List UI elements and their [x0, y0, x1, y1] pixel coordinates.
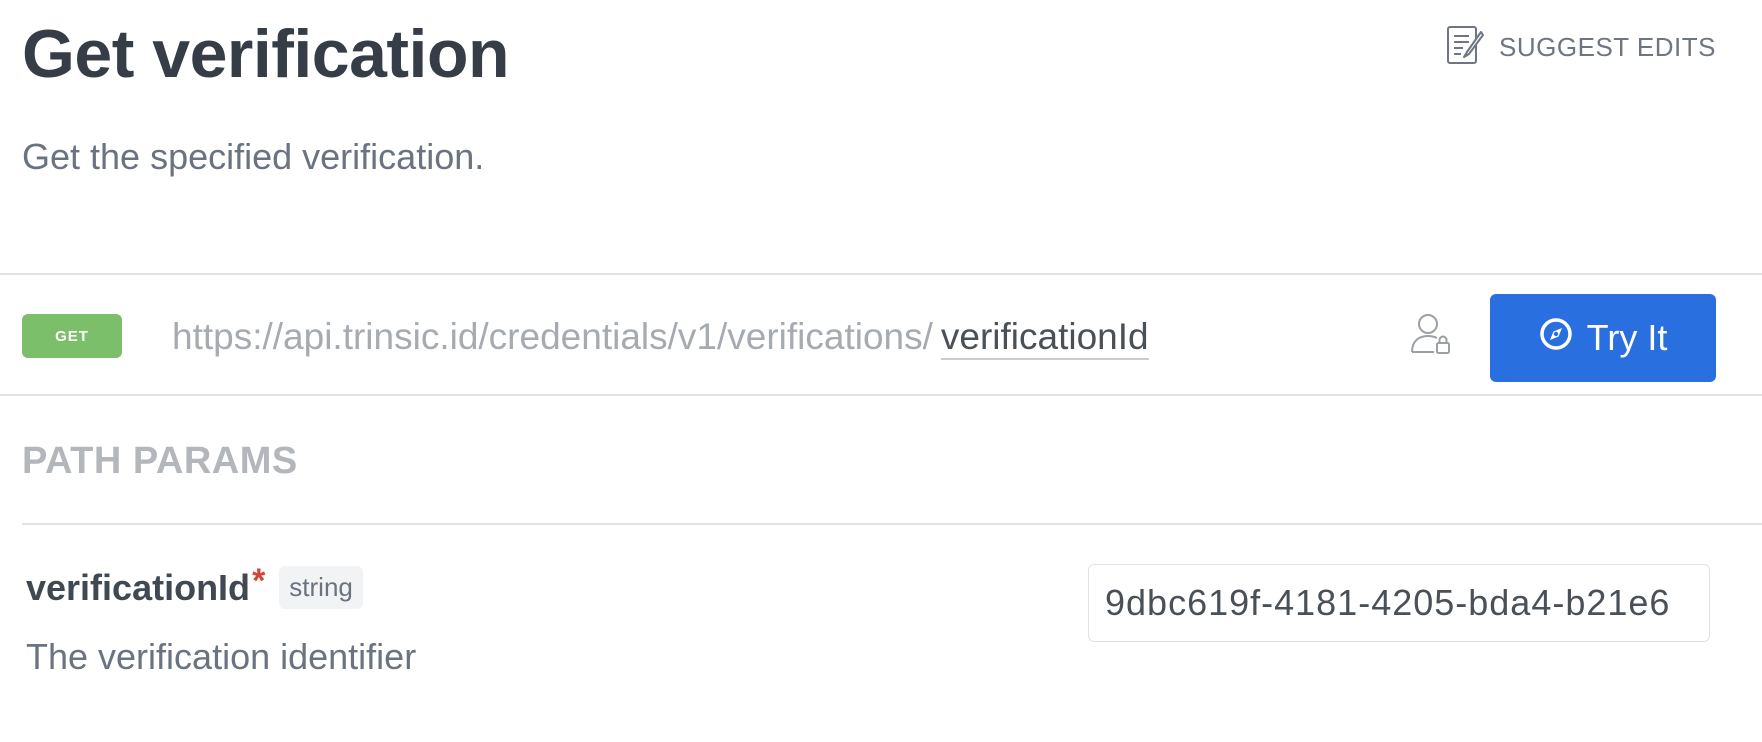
edit-document-icon: [1445, 24, 1485, 71]
path-params-heading: PATH PARAMS: [22, 440, 298, 482]
page-title: Get verification: [22, 16, 510, 92]
endpoint-bottom-divider: [0, 394, 1762, 396]
try-it-button[interactable]: Try It: [1490, 294, 1716, 382]
http-method-badge: GET: [22, 314, 122, 358]
suggest-edits-button[interactable]: SUGGEST EDITS: [1445, 24, 1716, 71]
endpoint-top-divider: [0, 273, 1762, 275]
param-name: verificationId: [26, 566, 251, 608]
compass-icon: [1539, 317, 1573, 360]
param-type-badge: string: [279, 566, 363, 609]
endpoint-base-url: https://api.trinsic.id/credentials/v1/ve…: [172, 316, 933, 357]
page-subtitle: Get the specified verification.: [22, 136, 485, 177]
try-it-label: Try It: [1586, 317, 1668, 358]
user-lock-icon[interactable]: [1410, 312, 1452, 361]
required-marker: *: [252, 562, 266, 600]
path-params-divider: [22, 523, 1762, 525]
param-row-header: verificationId * string: [26, 562, 363, 609]
suggest-edits-label: SUGGEST EDITS: [1499, 32, 1716, 62]
endpoint-url: https://api.trinsic.id/credentials/v1/ve…: [172, 312, 1149, 362]
verification-id-input[interactable]: [1088, 564, 1710, 642]
endpoint-path-param[interactable]: verificationId: [940, 316, 1149, 360]
param-description: The verification identifier: [26, 636, 417, 677]
